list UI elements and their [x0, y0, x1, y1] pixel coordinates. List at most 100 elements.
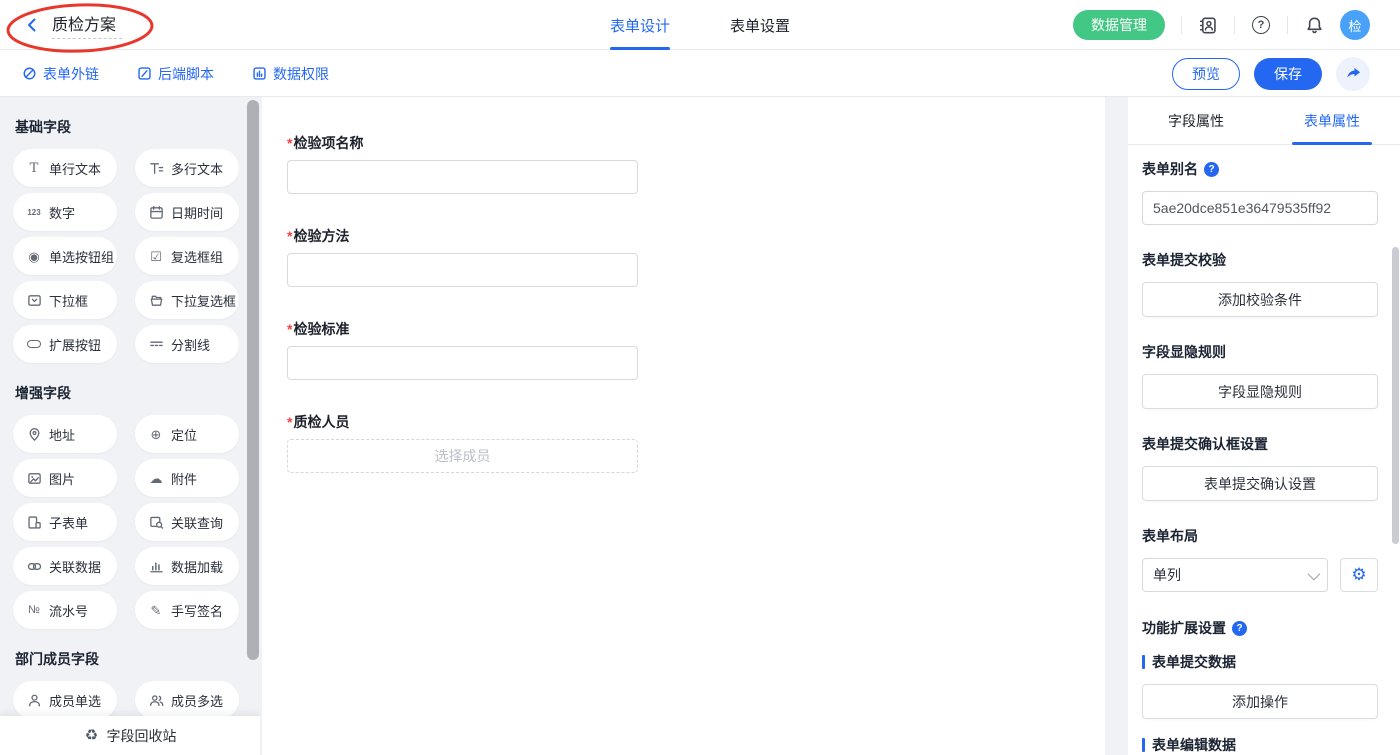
add-validation-button[interactable]: 添加校验条件 — [1142, 282, 1378, 317]
field-pill-linked-data[interactable]: 关联数据 — [13, 547, 117, 585]
field-pill-select[interactable]: 下拉框 — [13, 281, 117, 319]
help-icon[interactable]: ? — [1251, 15, 1271, 35]
tab-label: 表单属性 — [1304, 111, 1360, 131]
field-pill-image[interactable]: 图片 — [13, 459, 117, 497]
header: 质检方案 表单设计 表单设置 数据管理 ? 检 — [0, 0, 1400, 50]
field-pill-signature[interactable]: ✎ 手写签名 — [135, 591, 239, 629]
serial-number-icon: № — [26, 602, 42, 618]
tab-field-properties[interactable]: 字段属性 — [1128, 97, 1264, 144]
share-button[interactable] — [1336, 57, 1370, 91]
field-pill-member-single[interactable]: 成员单选 — [13, 681, 117, 719]
field-pill-single-line-text[interactable]: T 单行文本 — [13, 149, 117, 187]
preview-button[interactable]: 预览 — [1172, 58, 1240, 90]
select-icon — [26, 292, 42, 308]
section-field-visibility: 字段显隐规则 字段显隐规则 — [1142, 342, 1378, 409]
help-icon[interactable]: ? — [1232, 621, 1247, 636]
field-visibility-button[interactable]: 字段显隐规则 — [1142, 374, 1378, 409]
layout-settings-button[interactable]: ⚙ — [1340, 558, 1378, 592]
tab-form-properties[interactable]: 表单属性 — [1264, 97, 1400, 144]
submit-confirm-button[interactable]: 表单提交确认设置 — [1142, 466, 1378, 501]
field-recycle-bin[interactable]: ♻ 字段回收站 — [0, 716, 260, 755]
workspace: 基础字段 T 单行文本 多行文本 123 数字 — [0, 97, 1400, 755]
field-pill-locate[interactable]: ⊕ 定位 — [135, 415, 239, 453]
sidebar-scrollbar[interactable] — [247, 100, 259, 660]
form-canvas[interactable]: *检验项名称 *检验方法 *检验标准 *质检人员 选择成员 — [262, 97, 1105, 755]
field-pill-member-multi[interactable]: 成员多选 — [135, 681, 239, 719]
linked-data-icon — [26, 558, 42, 574]
field-pill-radio-group[interactable]: ◉ 单选按钮组 — [13, 237, 117, 275]
field-pill-attachment[interactable]: ☁ 附件 — [135, 459, 239, 497]
pill-label: 成员多选 — [171, 691, 223, 710]
field-pill-extend-button[interactable]: 扩展按钮 — [13, 325, 117, 363]
member-single-icon — [26, 692, 42, 708]
contacts-icon[interactable] — [1198, 15, 1218, 35]
add-action-submit-button[interactable]: 添加操作 — [1142, 684, 1378, 719]
back-button[interactable] — [22, 15, 42, 35]
tool-link-label: 数据权限 — [273, 64, 329, 84]
gear-icon: ⚙ — [1351, 567, 1366, 584]
section-form-layout: 表单布局 单列 ⚙ — [1142, 526, 1378, 592]
inspection-standard-input[interactable] — [287, 346, 638, 380]
page-title[interactable]: 质检方案 — [52, 11, 122, 39]
form-external-link[interactable]: 表单外链 — [22, 64, 99, 84]
backend-script-link[interactable]: 后端脚本 — [137, 64, 214, 84]
pill-label: 复选框组 — [171, 247, 223, 266]
field-pill-datetime[interactable]: 日期时间 — [135, 193, 239, 231]
tab-form-design[interactable]: 表单设计 — [610, 0, 670, 50]
subsection-edit-data: 表单编辑数据 — [1142, 735, 1378, 755]
form-alias-input[interactable] — [1142, 191, 1378, 225]
inspection-item-name-input[interactable] — [287, 160, 638, 194]
save-button[interactable]: 保存 — [1254, 58, 1322, 90]
signature-icon: ✎ — [148, 602, 164, 618]
data-load-icon — [148, 558, 164, 574]
pill-label: 定位 — [171, 425, 197, 444]
tab-form-settings[interactable]: 表单设置 — [730, 0, 790, 50]
layout-select[interactable]: 单列 — [1142, 558, 1328, 592]
member-multi-icon — [148, 692, 164, 708]
canvas-field-inspection-method[interactable]: *检验方法 — [287, 226, 638, 287]
avatar[interactable]: 检 — [1340, 10, 1370, 40]
form-layout-label: 表单布局 — [1142, 526, 1378, 546]
data-permission-link[interactable]: 数据权限 — [252, 64, 329, 84]
layout-select-value: 单列 — [1153, 565, 1181, 585]
inspection-method-input[interactable] — [287, 253, 638, 287]
tab-label: 字段属性 — [1168, 111, 1224, 131]
field-pill-subform[interactable]: 子表单 — [13, 503, 117, 541]
field-pill-checkbox-group[interactable]: ☑ 复选框组 — [135, 237, 239, 275]
section-extensions: 功能扩展设置 ? 表单提交数据 添加操作 表单编辑数据 添加操作 — [1142, 618, 1378, 755]
canvas-field-qc-member[interactable]: *质检人员 选择成员 — [287, 412, 638, 473]
canvas-field-inspection-item-name[interactable]: *检验项名称 — [287, 133, 638, 194]
field-pill-multi-line-text[interactable]: 多行文本 — [135, 149, 239, 187]
section-submit-confirm: 表单提交确认框设置 表单提交确认设置 — [1142, 434, 1378, 501]
field-pill-number[interactable]: 123 数字 — [13, 193, 117, 231]
pill-label: 子表单 — [49, 513, 88, 532]
field-pill-divider[interactable]: 分割线 — [135, 325, 239, 363]
tab-label: 表单设计 — [610, 15, 670, 36]
canvas-field-inspection-standard[interactable]: *检验标准 — [287, 319, 638, 380]
form-designer-page: 质检方案 表单设计 表单设置 数据管理 ? 检 — [0, 0, 1400, 755]
tab-label: 表单设置 — [730, 15, 790, 36]
number-icon: 123 — [26, 204, 42, 220]
subsection-submit-data: 表单提交数据 — [1142, 652, 1378, 672]
panel-scrollbar[interactable] — [1392, 247, 1399, 544]
pill-label: 地址 — [49, 425, 75, 444]
field-pill-data-load[interactable]: 数据加载 — [135, 547, 239, 585]
select-member-button[interactable]: 选择成员 — [287, 439, 638, 473]
field-label: *检验项名称 — [287, 133, 638, 153]
field-pill-lookup[interactable]: 关联查询 — [135, 503, 239, 541]
bell-icon[interactable] — [1304, 15, 1324, 35]
calendar-icon — [148, 204, 164, 220]
chevron-left-icon — [24, 17, 40, 33]
pill-label: 分割线 — [171, 335, 210, 354]
data-manage-button[interactable]: 数据管理 — [1073, 10, 1165, 40]
recycle-label: 字段回收站 — [107, 726, 177, 746]
pill-label: 关联查询 — [171, 513, 223, 532]
field-pill-serial-number[interactable]: № 流水号 — [13, 591, 117, 629]
field-pill-multi-select[interactable]: 下拉复选框 — [135, 281, 239, 319]
locate-icon: ⊕ — [148, 426, 164, 442]
pill-label: 下拉框 — [49, 291, 88, 310]
field-pill-address[interactable]: 地址 — [13, 415, 117, 453]
external-link-icon — [22, 66, 37, 81]
help-icon[interactable]: ? — [1204, 162, 1219, 177]
multi-select-icon — [148, 292, 164, 308]
